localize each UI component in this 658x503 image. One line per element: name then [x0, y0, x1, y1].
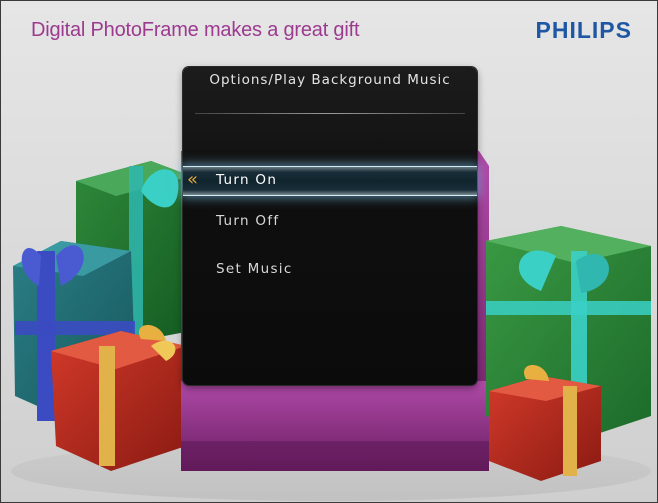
- menu-item-turn-on[interactable]: « Turn On: [183, 166, 477, 196]
- options-menu-panel: Options/Play Background Music « Turn On …: [183, 67, 477, 385]
- menu-item-turn-off[interactable]: Turn Off: [183, 208, 477, 236]
- menu-item-label: Turn On: [216, 172, 278, 188]
- menu-item-label: Turn Off: [216, 213, 280, 229]
- menu-item-set-music[interactable]: Set Music: [183, 256, 477, 284]
- gift-tagline: Digital PhotoFrame makes a great gift: [31, 19, 360, 41]
- photoframe-screen: Digital PhotoFrame makes a great gift PH…: [0, 0, 658, 503]
- menu-title: Options/Play Background Music: [209, 72, 451, 88]
- menu-item-label: Set Music: [216, 261, 293, 277]
- philips-logo: PHILIPS: [535, 17, 632, 43]
- title-divider: [195, 113, 465, 114]
- double-chevron-left-icon: «: [187, 169, 199, 190]
